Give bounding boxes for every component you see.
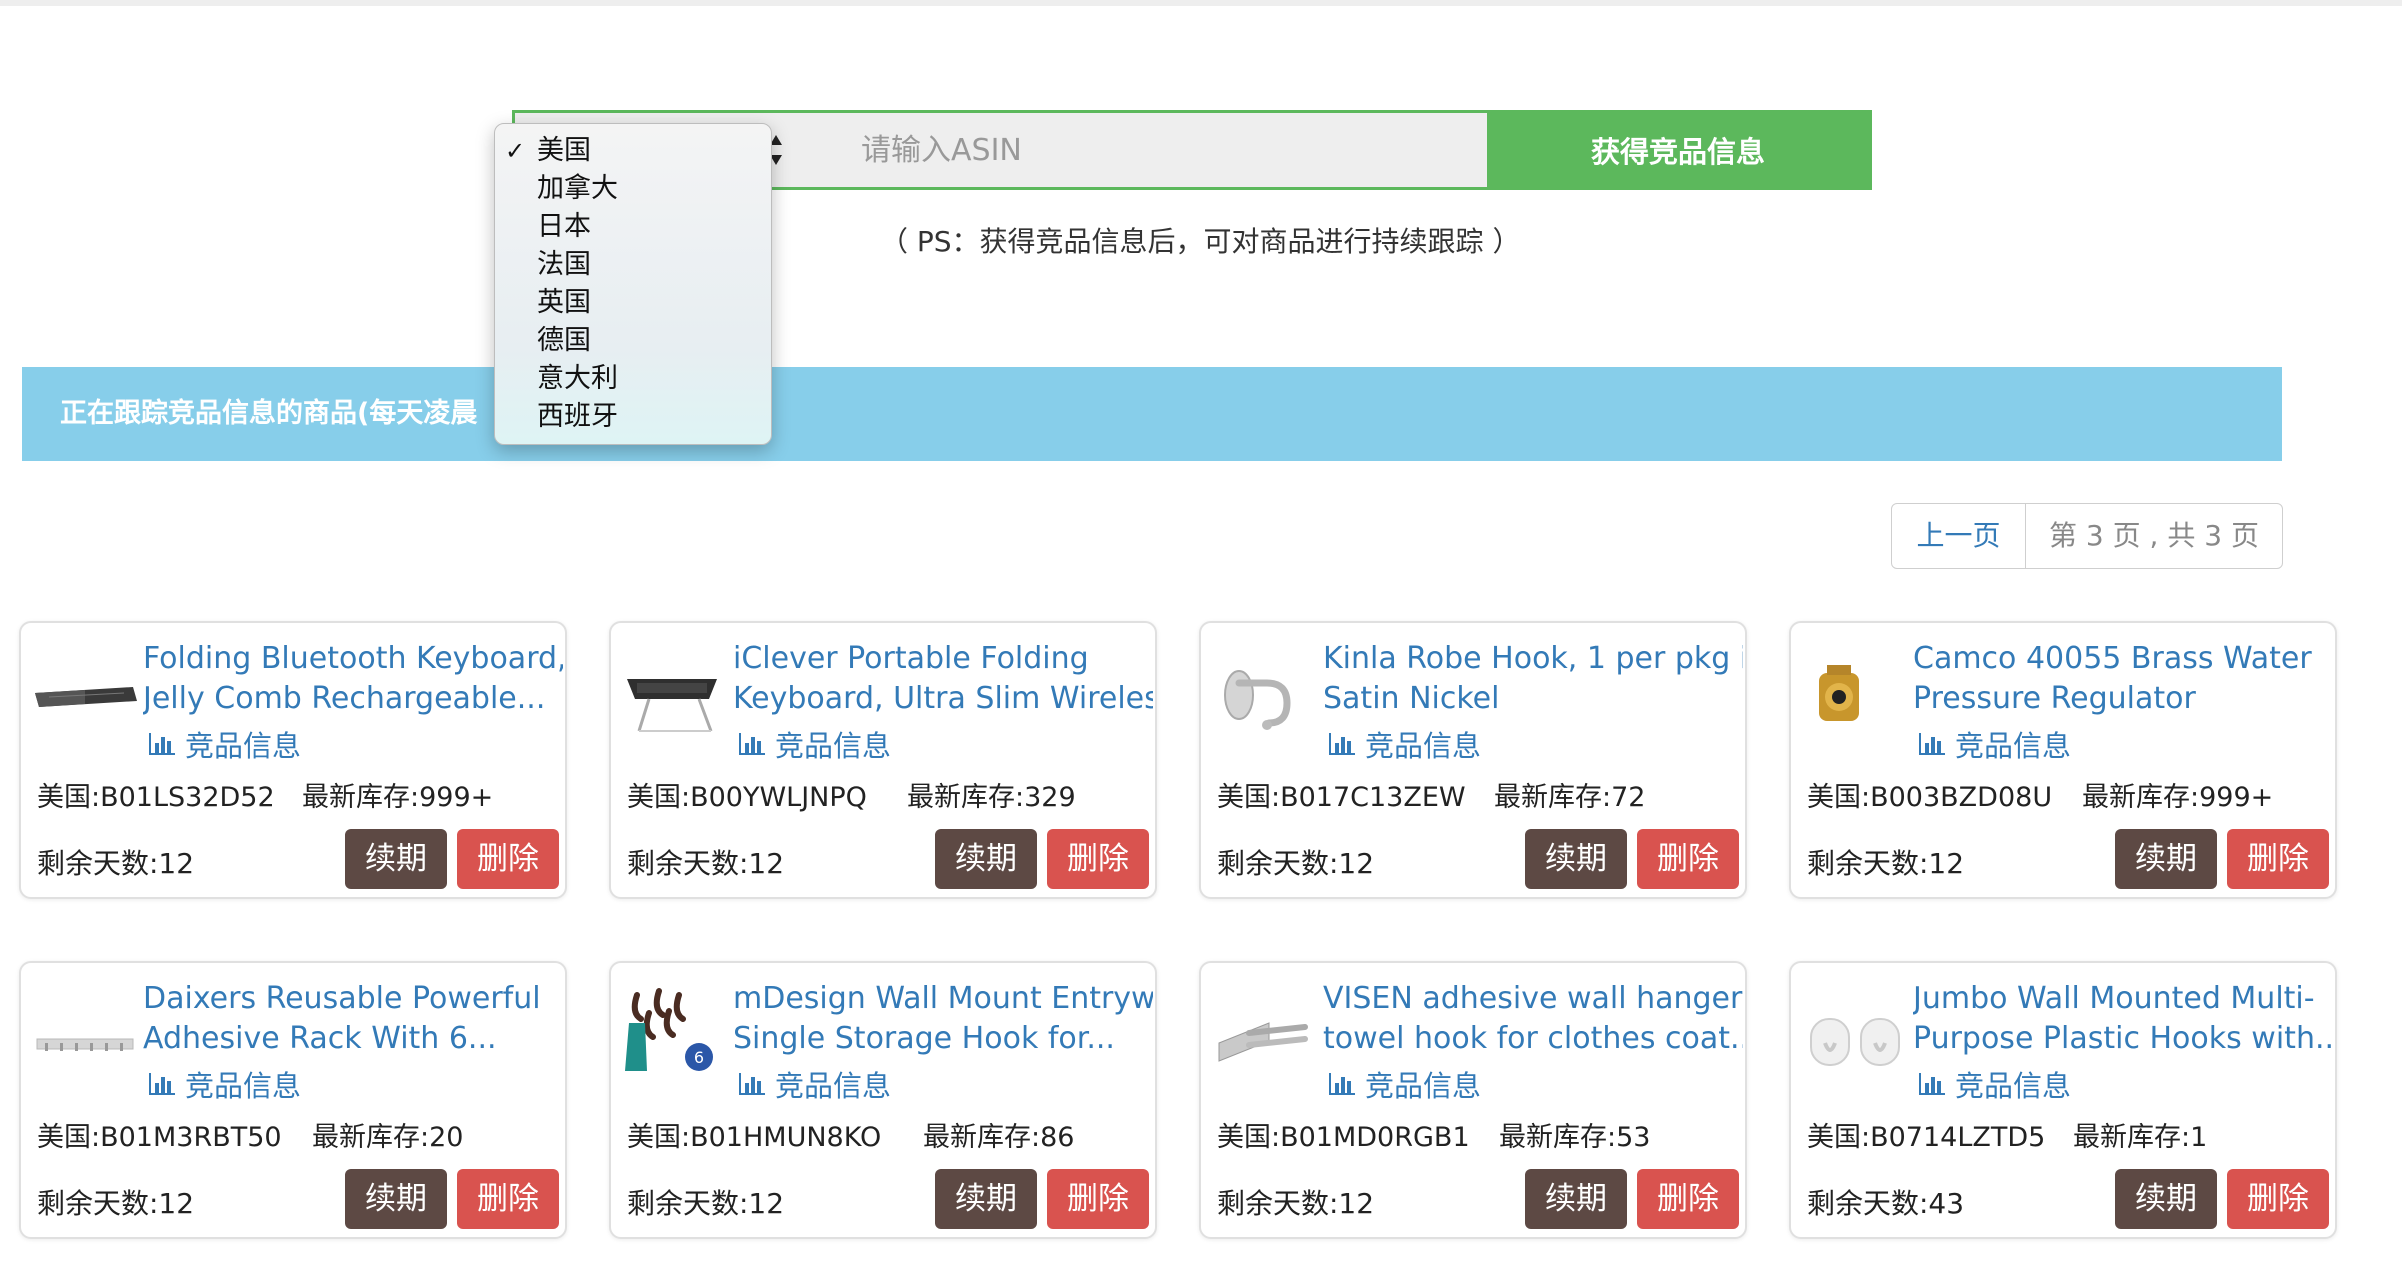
delete-button[interactable]: 删除 bbox=[457, 1169, 559, 1229]
country-option-fr[interactable]: 法国 bbox=[495, 246, 771, 284]
product-card: iClever Portable Folding Keyboard, Ultra … bbox=[609, 621, 1157, 899]
stock-label: 最新库存:329 bbox=[907, 782, 1076, 813]
country-option-de[interactable]: 德国 bbox=[495, 322, 771, 360]
competitor-info-link[interactable]: 竞品信息 bbox=[737, 723, 891, 765]
prev-page-button[interactable]: 上一页 bbox=[1892, 504, 2026, 568]
renew-button[interactable]: 续期 bbox=[345, 829, 447, 889]
stock-label: 最新库存:53 bbox=[1499, 1122, 1651, 1153]
stock-label: 最新库存:20 bbox=[312, 1122, 464, 1153]
ps-note: （ PS：获得竞品信息后，可对商品进行持续跟踪 ） bbox=[880, 225, 1521, 258]
bar-chart-icon bbox=[739, 1073, 765, 1095]
stock-label: 最新库存:999+ bbox=[2082, 782, 2274, 813]
wall-hooks-thumbnail[interactable]: 6 bbox=[619, 983, 731, 1075]
page-indicator: 第 3 页 , 共 3 页 bbox=[2049, 519, 2259, 552]
competitor-info-link[interactable]: 竞品信息 bbox=[1327, 1063, 1481, 1105]
renew-button[interactable]: 续期 bbox=[935, 829, 1037, 889]
remaining-days-label: 剩余天数:12 bbox=[1217, 847, 1375, 880]
remaining-days-label: 剩余天数:12 bbox=[1217, 1187, 1375, 1220]
renew-button[interactable]: 续期 bbox=[1525, 1169, 1627, 1229]
top-border bbox=[0, 0, 2402, 6]
remaining-days-label: 剩余天数:43 bbox=[1807, 1187, 1965, 1220]
product-title-link[interactable]: VISEN adhesive wall hanger towel hook for… bbox=[1323, 979, 1743, 1059]
delete-button[interactable]: 删除 bbox=[1047, 1169, 1149, 1229]
robe-hook-thumbnail[interactable] bbox=[1209, 643, 1321, 735]
remaining-days-label: 剩余天数:12 bbox=[627, 1187, 785, 1220]
product-card: 6 mDesign Wall Mount Entryway Single Stor… bbox=[609, 961, 1157, 1239]
country-option-es[interactable]: 西班牙 bbox=[495, 398, 771, 436]
bar-chart-icon bbox=[739, 733, 765, 755]
brass-regulator-thumbnail[interactable] bbox=[1799, 643, 1911, 735]
delete-button[interactable]: 删除 bbox=[1047, 829, 1149, 889]
product-title-link[interactable]: Camco 40055 Brass Water Pressure Regulato… bbox=[1913, 639, 2333, 719]
product-title-link[interactable]: Daixers Reusable Powerful Adhesive Rack W… bbox=[143, 979, 563, 1059]
product-card: VISEN adhesive wall hanger towel hook for… bbox=[1199, 961, 1747, 1239]
remaining-days-label: 剩余天数:12 bbox=[627, 847, 785, 880]
adhesive-rack-thumbnail[interactable] bbox=[29, 983, 141, 1075]
competitor-info-link[interactable]: 竞品信息 bbox=[737, 1063, 891, 1105]
renew-button[interactable]: 续期 bbox=[2115, 829, 2217, 889]
product-title-link[interactable]: Folding Bluetooth Keyboard, Jelly Comb Re… bbox=[143, 639, 563, 719]
remaining-days-label: 剩余天数:12 bbox=[37, 1187, 195, 1220]
bar-chart-icon bbox=[1919, 733, 1945, 755]
asin-label: 美国:B01MD0RGB1 bbox=[1217, 1122, 1470, 1153]
product-card: Daixers Reusable Powerful Adhesive Rack W… bbox=[19, 961, 567, 1239]
towel-hook-thumbnail[interactable] bbox=[1209, 983, 1321, 1075]
country-option-ca[interactable]: 加拿大 bbox=[495, 170, 771, 208]
product-title-link[interactable]: Jumbo Wall Mounted Multi- Purpose Plastic… bbox=[1913, 979, 2333, 1059]
bar-chart-icon bbox=[1329, 1073, 1355, 1095]
delete-button[interactable]: 删除 bbox=[457, 829, 559, 889]
product-title-link[interactable]: mDesign Wall Mount Entryway Single Storag… bbox=[733, 979, 1153, 1059]
asin-label: 美国:B00YWLJNPQ bbox=[627, 782, 867, 813]
country-option-uk[interactable]: 英国 bbox=[495, 284, 771, 322]
asin-label: 美国:B017C13ZEW bbox=[1217, 782, 1466, 813]
bar-chart-icon bbox=[1329, 733, 1355, 755]
product-card: Camco 40055 Brass Water Pressure Regulato… bbox=[1789, 621, 2337, 899]
delete-button[interactable]: 删除 bbox=[2227, 1169, 2329, 1229]
competitor-info-link[interactable]: 竞品信息 bbox=[1917, 723, 2071, 765]
stock-label: 最新库存:999+ bbox=[302, 782, 494, 813]
renew-button[interactable]: 续期 bbox=[1525, 829, 1627, 889]
remaining-days-label: 剩余天数:12 bbox=[1807, 847, 1965, 880]
get-competitor-info-button[interactable]: 获得竞品信息 bbox=[1487, 113, 1869, 187]
renew-button[interactable]: 续期 bbox=[2115, 1169, 2217, 1229]
product-card: Jumbo Wall Mounted Multi- Purpose Plastic… bbox=[1789, 961, 2337, 1239]
asin-label: 美国:B003BZD08U bbox=[1807, 782, 2053, 813]
product-card: Kinla Robe Hook, 1 per pkg in Satin Nicke… bbox=[1199, 621, 1747, 899]
tracking-banner: 正在跟踪竞品信息的商品(每天凌晨 bbox=[22, 367, 2282, 461]
product-card: Folding Bluetooth Keyboard, Jelly Comb Re… bbox=[19, 621, 567, 899]
country-dropdown-menu: ✓ 美国 加拿大 日本 法国 英国 德国 意大利 西班牙 bbox=[494, 123, 772, 445]
keyboard-thumbnail[interactable] bbox=[29, 643, 141, 735]
renew-button[interactable]: 续期 bbox=[345, 1169, 447, 1229]
competitor-info-link[interactable]: 竞品信息 bbox=[1917, 1063, 2071, 1105]
asin-label: 美国:B0714LZTD5 bbox=[1807, 1122, 2046, 1153]
competitor-info-link[interactable]: 竞品信息 bbox=[147, 1063, 301, 1105]
folding-keyboard-thumbnail[interactable] bbox=[619, 643, 731, 735]
country-option-it[interactable]: 意大利 bbox=[495, 360, 771, 398]
bar-chart-icon bbox=[149, 733, 175, 755]
asin-label: 美国:B01LS32D52 bbox=[37, 782, 275, 813]
asin-label: 美国:B01HMUN8KO bbox=[627, 1122, 882, 1153]
delete-button[interactable]: 删除 bbox=[1637, 829, 1739, 889]
checkmark-icon: ✓ bbox=[505, 137, 526, 165]
renew-button[interactable]: 续期 bbox=[935, 1169, 1037, 1229]
remaining-days-label: 剩余天数:12 bbox=[37, 847, 195, 880]
competitor-info-link[interactable]: 竞品信息 bbox=[1327, 723, 1481, 765]
pagination: 上一页 第 3 页 , 共 3 页 bbox=[1891, 503, 2283, 569]
product-title-link[interactable]: iClever Portable Folding Keyboard, Ultra … bbox=[733, 639, 1153, 719]
stock-label: 最新库存:86 bbox=[923, 1122, 1075, 1153]
stock-label: 最新库存:1 bbox=[2073, 1122, 2208, 1153]
competitor-info-link[interactable]: 竞品信息 bbox=[147, 723, 301, 765]
stock-label: 最新库存:72 bbox=[1494, 782, 1646, 813]
asin-input[interactable] bbox=[787, 113, 1487, 187]
plastic-hooks-thumbnail[interactable] bbox=[1799, 983, 1911, 1075]
product-title-link[interactable]: Kinla Robe Hook, 1 per pkg in Satin Nicke… bbox=[1323, 639, 1743, 719]
country-option-us[interactable]: ✓ 美国 bbox=[495, 132, 771, 170]
country-option-jp[interactable]: 日本 bbox=[495, 208, 771, 246]
svg-text:6: 6 bbox=[694, 1048, 704, 1067]
delete-button[interactable]: 删除 bbox=[1637, 1169, 1739, 1229]
delete-button[interactable]: 删除 bbox=[2227, 829, 2329, 889]
asin-label: 美国:B01M3RBT50 bbox=[37, 1122, 282, 1153]
bar-chart-icon bbox=[149, 1073, 175, 1095]
bar-chart-icon bbox=[1919, 1073, 1945, 1095]
